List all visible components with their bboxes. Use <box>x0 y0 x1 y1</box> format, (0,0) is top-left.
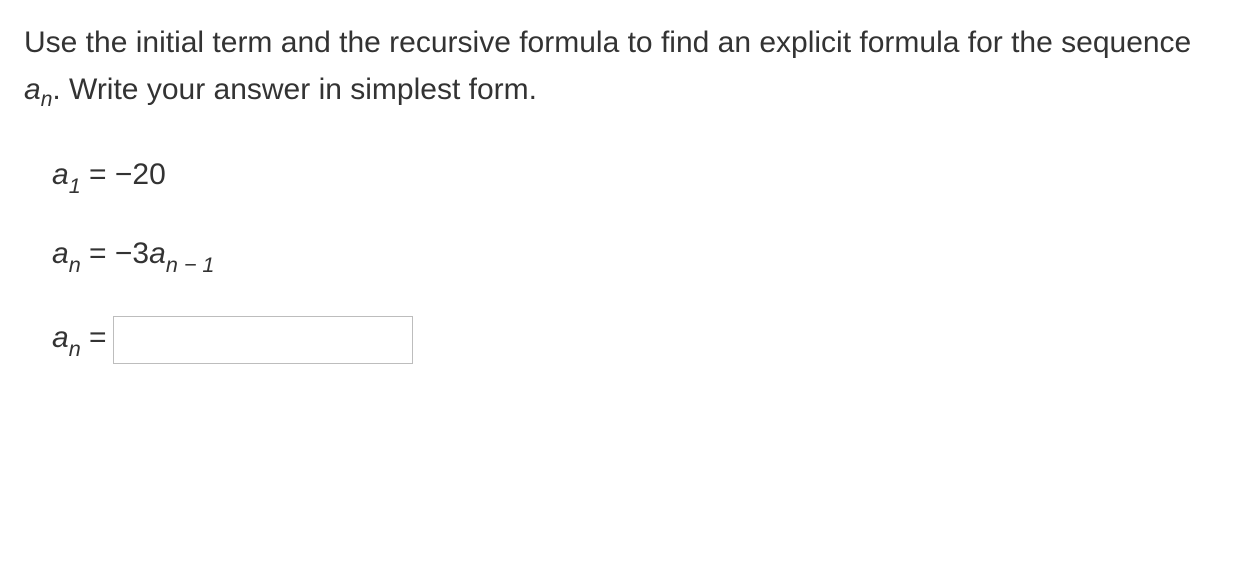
sequence-variable-a: a <box>24 73 41 106</box>
sequence-variable-subscript: n <box>41 88 53 111</box>
initial-rhs: −20 <box>115 158 166 191</box>
recursive-coef: −3 <box>115 237 149 270</box>
equations-block: a1 = −20 an = −3an − 1 an = <box>24 158 1215 364</box>
answer-lhs-base: a <box>52 321 69 354</box>
answer-input[interactable] <box>113 316 413 364</box>
recursive-lhs-sub: n <box>69 252 81 277</box>
initial-lhs-base: a <box>52 158 69 191</box>
answer-lhs-sub: n <box>69 336 81 361</box>
prompt-text-1: Use the initial term and the recursive f… <box>24 26 1191 59</box>
recursive-lhs-base: a <box>52 237 69 270</box>
prompt-text-2: . Write your answer in simplest form. <box>52 73 537 106</box>
initial-term-equation: a1 = −20 <box>52 158 1215 197</box>
initial-equals: = <box>81 158 115 191</box>
answer-equation: an = <box>52 316 1215 364</box>
recursive-rhs-base: a <box>149 237 166 270</box>
problem-prompt: Use the initial term and the recursive f… <box>24 20 1215 116</box>
initial-lhs-sub: 1 <box>69 173 81 198</box>
recursive-rhs-sub: n − 1 <box>166 252 215 277</box>
answer-equals: = <box>81 321 107 354</box>
recursive-equation: an = −3an − 1 <box>52 237 1215 276</box>
recursive-equals: = <box>81 237 115 270</box>
